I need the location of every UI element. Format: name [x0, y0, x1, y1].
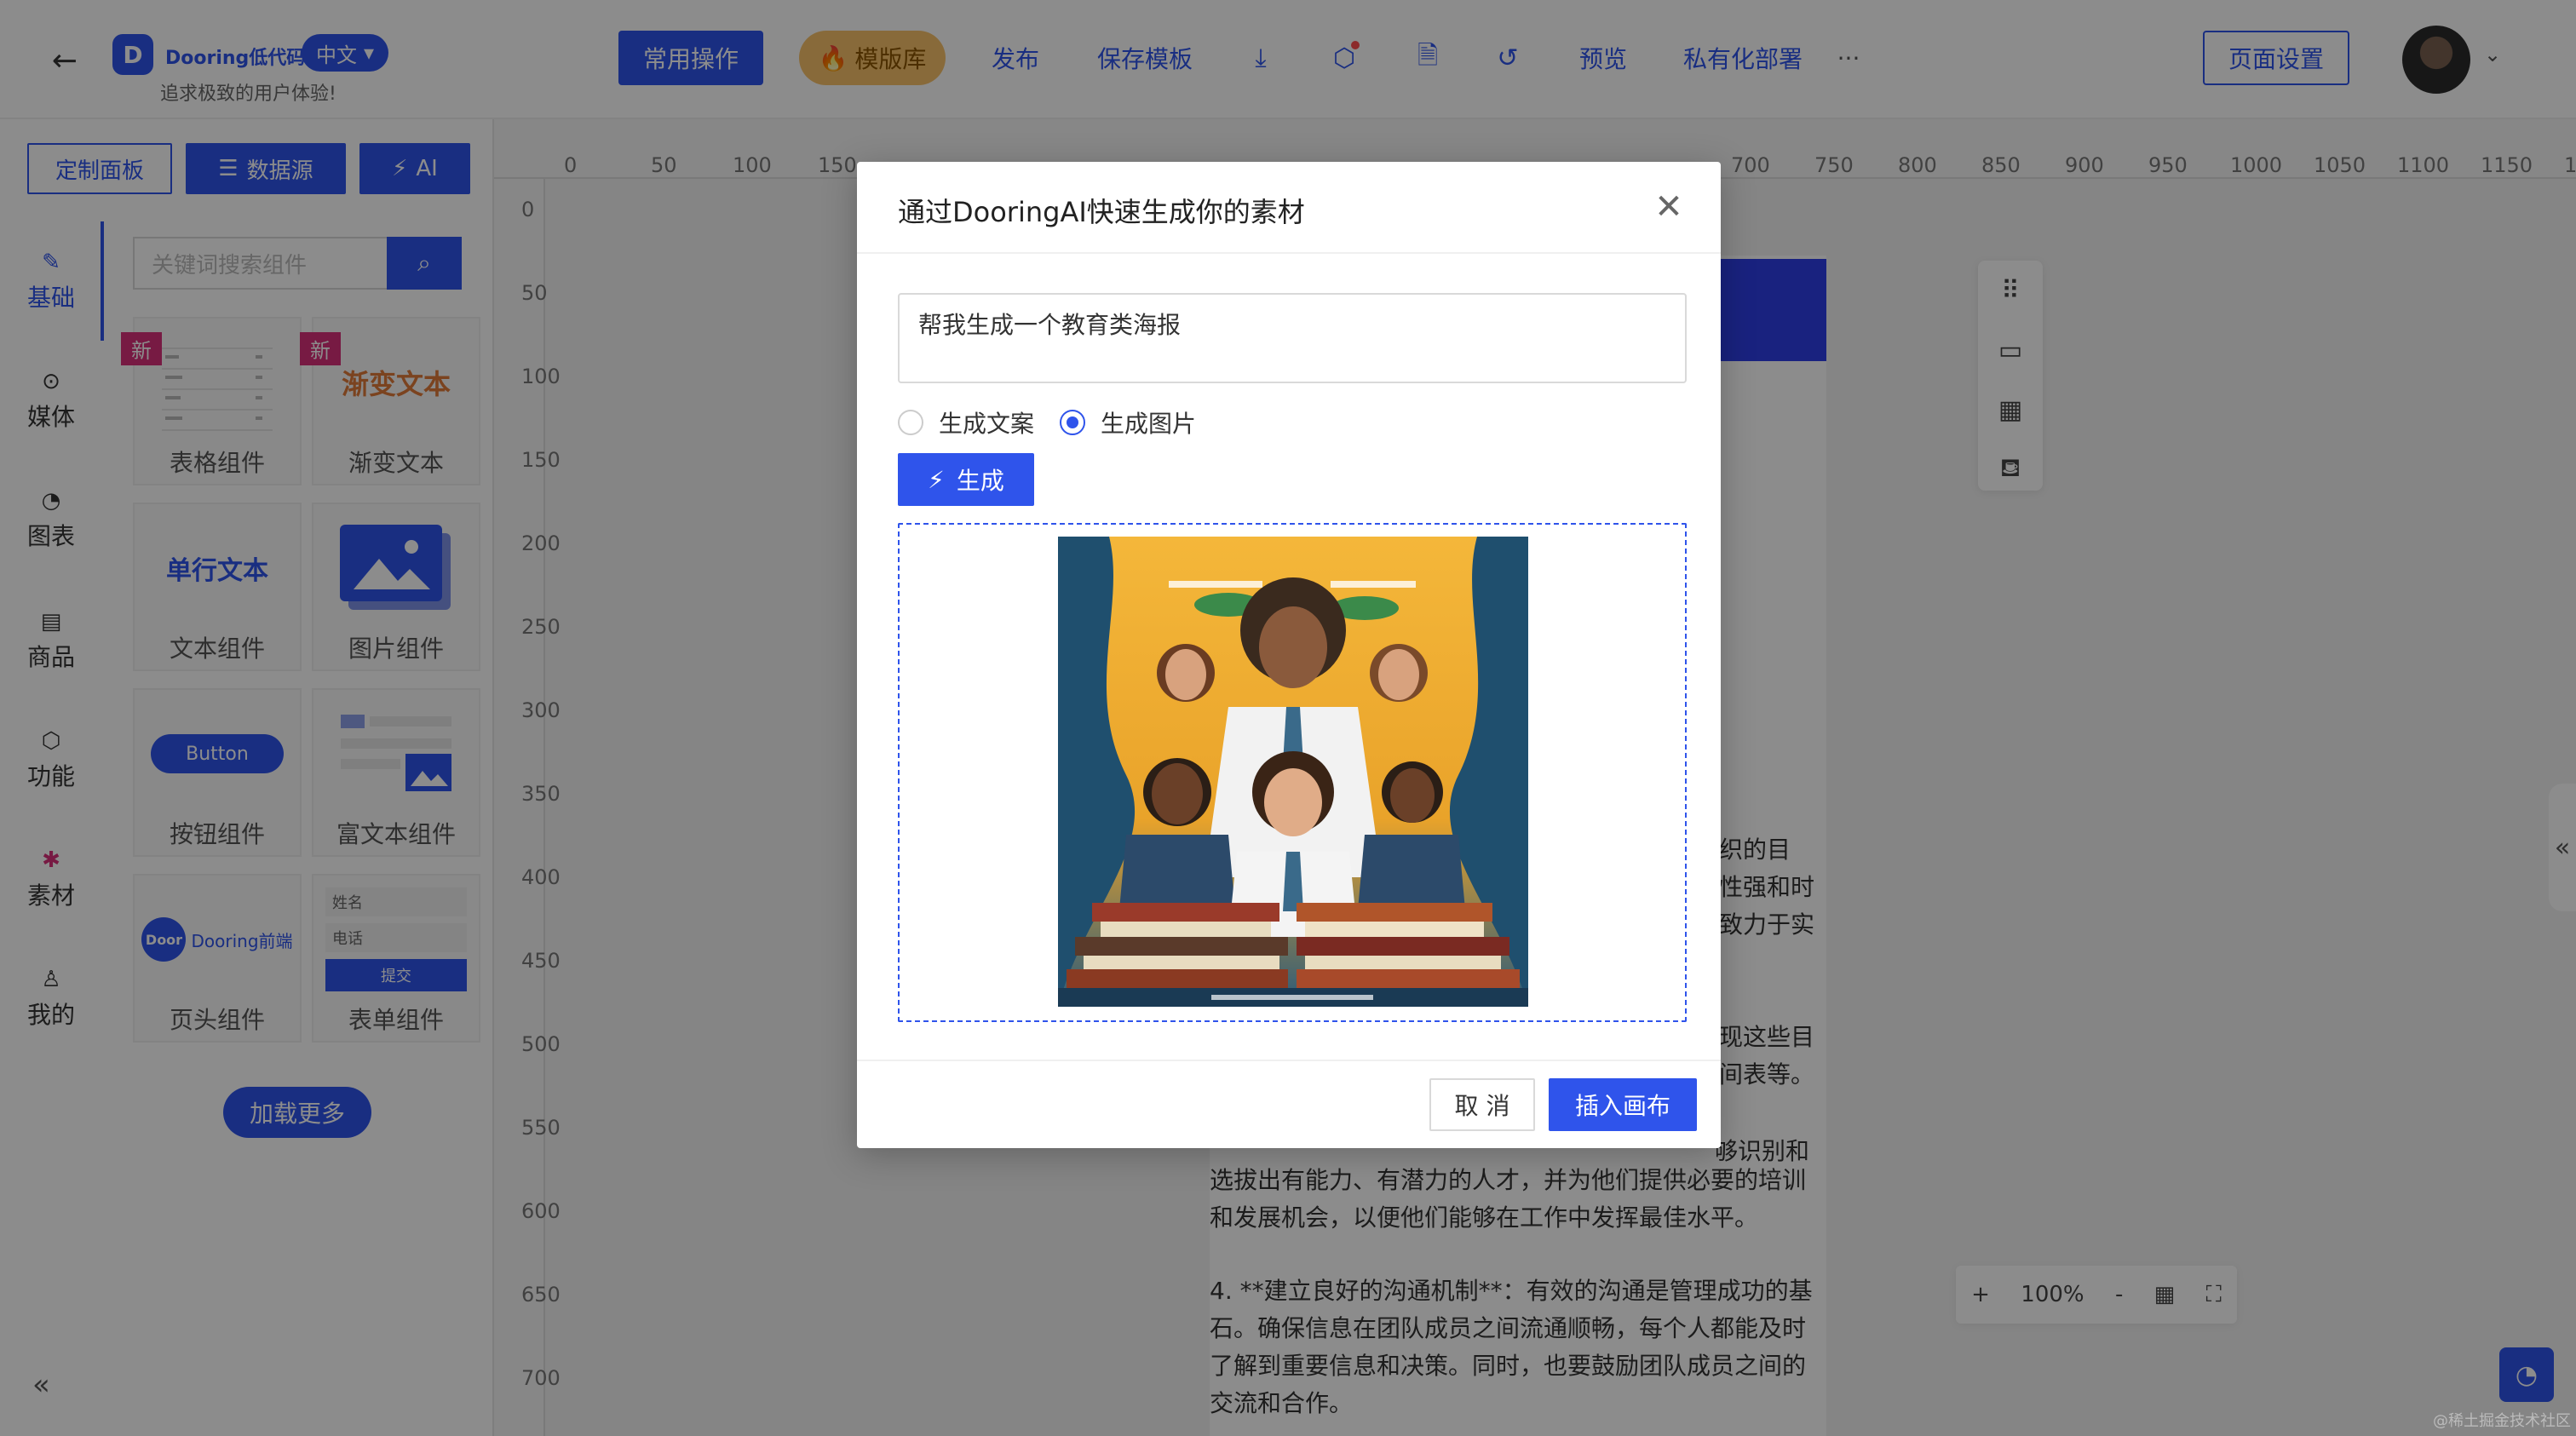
dialog-title: 通过DooringAI快速生成你的素材: [898, 196, 1305, 228]
radio-label: 生成图片: [1101, 410, 1197, 438]
radio-generate-image[interactable]: 生成图片: [1060, 405, 1196, 439]
dialog-footer: 取 消 插入画布: [857, 1060, 1721, 1148]
generate-button[interactable]: ⚡ 生成: [898, 453, 1034, 506]
generated-education-poster[interactable]: [1058, 537, 1528, 1007]
generate-label: 生成: [956, 467, 1004, 495]
close-icon[interactable]: ✕: [1649, 187, 1688, 227]
radio-circle-checked: [1060, 410, 1086, 435]
radio-label: 生成文案: [939, 410, 1035, 438]
generation-mode-radio-group: 生成文案 生成图片: [898, 405, 1222, 439]
generated-result-area: [898, 523, 1687, 1022]
radio-circle: [898, 410, 923, 435]
watermark: @稀土掘金技术社区: [2433, 1412, 2571, 1430]
lightning-icon: ⚡: [928, 465, 945, 494]
dialog-header: 通过DooringAI快速生成你的素材 ✕: [857, 162, 1721, 254]
prompt-textarea[interactable]: 帮我生成一个教育类海报: [898, 293, 1687, 383]
radio-generate-copy[interactable]: 生成文案: [898, 405, 1034, 439]
insert-canvas-button[interactable]: 插入画布: [1549, 1078, 1697, 1131]
education-poster-illustration: [1058, 537, 1528, 1007]
ai-material-dialog: 通过DooringAI快速生成你的素材 ✕ 帮我生成一个教育类海报 生成文案 生…: [857, 162, 1721, 1148]
cancel-button[interactable]: 取 消: [1429, 1078, 1535, 1131]
